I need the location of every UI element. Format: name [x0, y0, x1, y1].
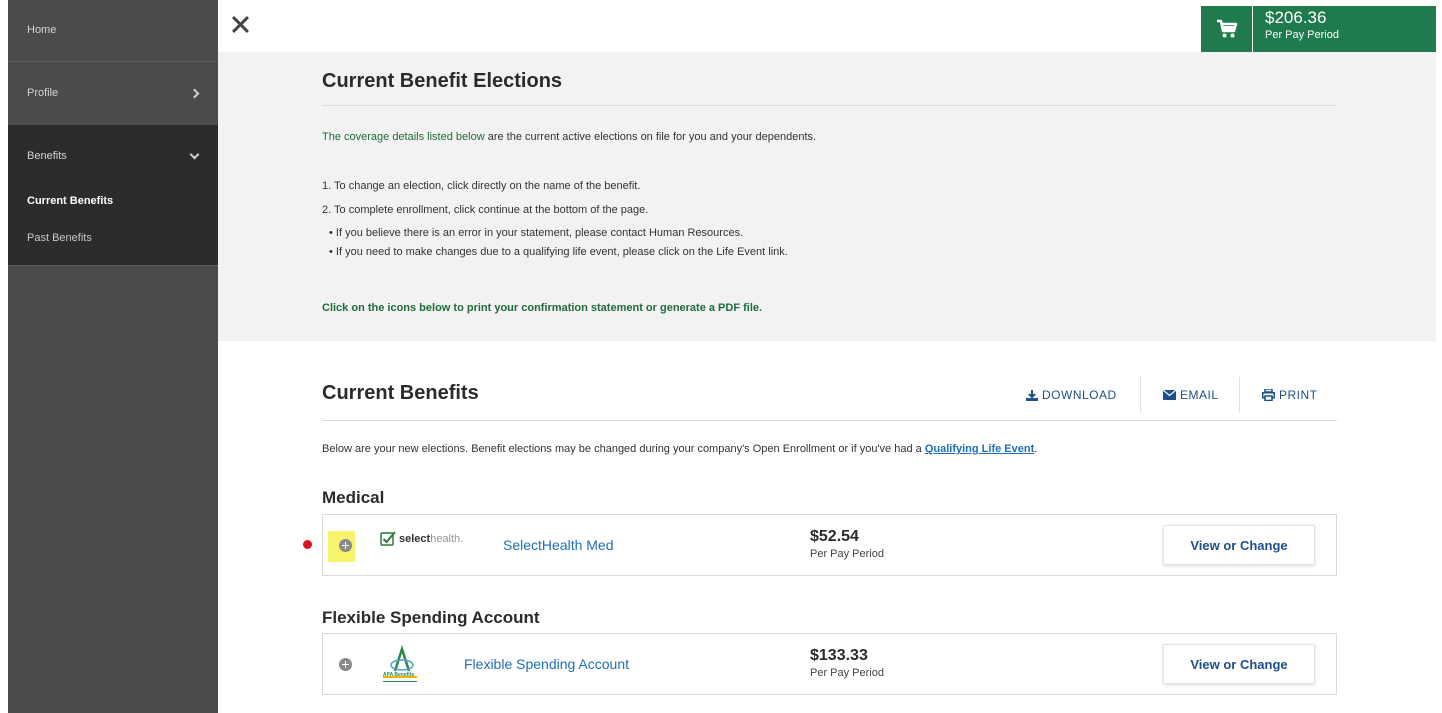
sidebar-subitem-current-benefits[interactable]: Current Benefits — [27, 195, 113, 207]
print-icon — [1262, 389, 1275, 401]
download-label: DOWNLOAD — [1042, 388, 1117, 402]
benefit-card-fsa: APA Benefits Flexible Spending Account $… — [322, 633, 1337, 695]
benefit-price: $133.33 — [810, 647, 868, 664]
benefit-price-period: Per Pay Period — [810, 667, 884, 679]
intro-text: The coverage details listed below are th… — [322, 131, 816, 143]
expand-plus-icon[interactable] — [339, 539, 352, 552]
cart-period: Per Pay Period — [1265, 29, 1339, 41]
benefit-name-link[interactable]: Flexible Spending Account — [464, 656, 629, 672]
intro-emphasis: The coverage details listed below — [322, 131, 485, 143]
chevron-down-icon[interactable] — [189, 149, 200, 160]
page-title: Current Benefit Elections — [322, 70, 563, 92]
apa-benefits-logo: APA Benefits — [381, 643, 421, 687]
sidebar-subitem-past-benefits[interactable]: Past Benefits — [27, 232, 92, 244]
expand-plus-icon[interactable] — [339, 658, 352, 671]
print-button[interactable]: PRINT — [1262, 388, 1318, 402]
instruction-step: 2. To complete enrollment, click continu… — [322, 204, 649, 216]
selecthealth-logo: selecthealth. — [380, 531, 463, 546]
intro-rest: are the current active elections on file… — [484, 131, 817, 143]
category-heading-medical: Medical — [322, 488, 385, 507]
print-label: PRINT — [1279, 388, 1318, 402]
benefit-price: $52.54 — [810, 528, 859, 545]
divider — [1140, 377, 1141, 413]
email-icon — [1163, 390, 1176, 400]
instruction-step: 1. To change an election, click directly… — [322, 180, 641, 192]
instruction-bullet: • If you believe there is an error in yo… — [329, 227, 744, 239]
benefit-name-link[interactable]: SelectHealth Med — [503, 537, 614, 553]
divider — [322, 420, 1337, 421]
sidebar-item-home[interactable]: Home — [8, 0, 218, 62]
close-icon[interactable] — [230, 14, 252, 36]
shopping-cart-icon — [1201, 6, 1253, 52]
category-heading-fsa: Flexible Spending Account — [322, 608, 540, 627]
benefit-card-medical: selecthealth. SelectHealth Med $52.54 Pe… — [322, 514, 1337, 576]
view-or-change-button[interactable]: View or Change — [1163, 525, 1315, 565]
download-icon — [1026, 389, 1038, 401]
download-button[interactable]: DOWNLOAD — [1026, 388, 1117, 402]
elections-description: Below are your new elections. Benefit el… — [322, 443, 1038, 455]
sidebar-item-label: Home — [27, 24, 57, 36]
cart-summary[interactable]: $206.36 Per Pay Period — [1201, 6, 1436, 52]
email-button[interactable]: EMAIL — [1163, 388, 1219, 402]
sidebar: Home Profile Benefits Current Benefits P… — [8, 0, 218, 713]
status-dot — [303, 540, 312, 549]
sidebar-item-benefits: Benefits Current Benefits Past Benefits — [8, 126, 218, 266]
cart-total: $206.36 — [1265, 8, 1327, 27]
instruction-bullet: • If you need to make changes due to a q… — [329, 246, 788, 258]
elections-panel: Current Benefit Elections The coverage d… — [218, 52, 1436, 341]
checkbox-logo-icon — [380, 531, 396, 546]
sidebar-item-profile[interactable]: Profile — [8, 62, 218, 126]
email-label: EMAIL — [1180, 388, 1219, 402]
benefit-price-period: Per Pay Period — [810, 548, 884, 560]
divider — [1239, 377, 1240, 413]
print-note: Click on the icons below to print your c… — [322, 302, 763, 314]
sidebar-item-label[interactable]: Benefits — [27, 150, 67, 162]
section-title: Current Benefits — [322, 382, 479, 404]
sidebar-item-label: Profile — [27, 87, 59, 99]
chevron-right-icon — [189, 88, 200, 99]
view-or-change-button[interactable]: View or Change — [1163, 644, 1315, 684]
qualifying-life-event-link[interactable]: Qualifying Life Event — [925, 443, 1034, 455]
divider — [322, 105, 1336, 106]
